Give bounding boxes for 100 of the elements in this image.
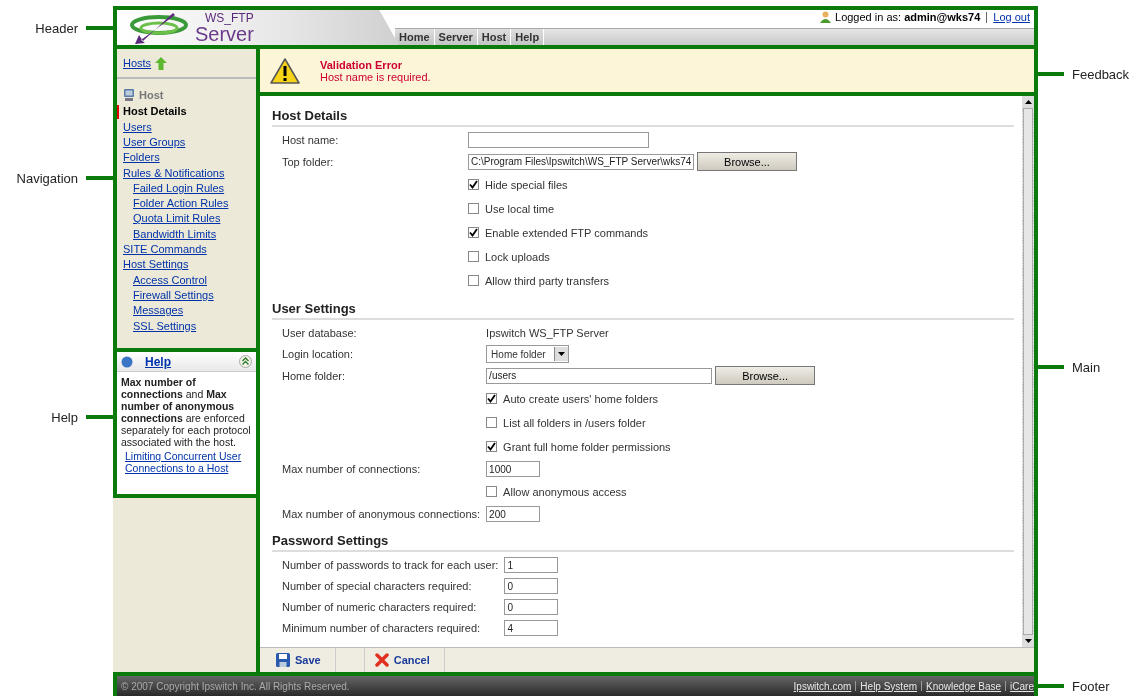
footer-link[interactable]: iCare — [1010, 680, 1034, 692]
checkbox[interactable] — [468, 275, 479, 287]
text-field[interactable] — [468, 132, 649, 149]
nav-link[interactable]: Quota Limit Rules — [133, 212, 221, 226]
nav-link[interactable]: User Groups — [123, 135, 186, 150]
nav-link[interactable]: Folder Action Rules — [133, 197, 229, 211]
caret-icon — [557, 352, 565, 357]
text-field[interactable]: 1 — [504, 557, 559, 574]
field-label: Max number of anonymous connections: — [282, 508, 481, 521]
field-label: Number of numeric characters required: — [282, 601, 478, 614]
checkbox[interactable] — [486, 417, 498, 429]
logo-text: WS_FTP — [205, 11, 254, 24]
checkbox-label: Lock uploads — [485, 250, 550, 263]
nav-link[interactable]: Host Details — [117, 105, 187, 119]
checkbox[interactable] — [486, 441, 498, 453]
up-arrow-icon — [155, 56, 168, 70]
hosts-link[interactable]: Hosts — [123, 57, 152, 70]
check-icon — [487, 394, 497, 404]
nav-link[interactable]: Failed Login Rules — [133, 181, 225, 196]
checkbox-label: Enable extended FTP commands — [485, 226, 649, 239]
computer-icon — [123, 89, 135, 102]
help-icon — [121, 355, 133, 368]
footer-link[interactable]: Knowledge Base — [926, 680, 1002, 692]
checkbox-label: Hide special files — [485, 178, 568, 191]
logout-link[interactable]: Log out — [993, 11, 1030, 23]
browse-button[interactable]: Browse... — [715, 366, 816, 386]
nav-link[interactable]: Rules & Notifications — [123, 166, 225, 180]
text-field[interactable]: 1000 — [486, 461, 541, 478]
collapse-icon — [239, 355, 252, 369]
checkbox-label: Allow third party transfers — [485, 274, 610, 287]
dropdown[interactable]: Home folder — [486, 345, 569, 364]
callout-label: Feedback — [1072, 66, 1130, 82]
checkbox-label: List all folders in /users folder — [503, 416, 646, 429]
checkbox-label: Grant full home folder permissions — [503, 440, 671, 453]
checkbox-label: Allow anonymous access — [503, 485, 627, 498]
nav-link[interactable]: Host Settings — [123, 258, 189, 272]
callout-label: Header — [35, 20, 78, 36]
section-heading: Host Details — [272, 108, 1014, 128]
check-icon — [487, 442, 497, 452]
footer-link[interactable]: Ipswitch.com — [793, 680, 852, 692]
scrollbar[interactable] — [1022, 96, 1034, 648]
scroll-down-icon — [1024, 639, 1032, 644]
nav-link[interactable]: Users — [123, 120, 152, 134]
checkbox-label: Use local time — [485, 202, 555, 215]
footer-link[interactable]: Help System — [860, 680, 918, 692]
field-label: Top folder: — [282, 155, 335, 168]
check-icon — [469, 180, 478, 190]
menu-item[interactable]: Host — [477, 29, 512, 46]
help-topic-link[interactable]: Limiting Concurrent User Connections to a Host — [125, 450, 252, 475]
section-title: Host — [139, 89, 164, 102]
checkbox[interactable] — [468, 251, 479, 263]
callout-label: Footer — [1072, 678, 1110, 694]
dropdown-value: Home folder — [491, 348, 546, 360]
logo-swirl-icon — [129, 10, 191, 45]
scroll-up-icon — [1024, 100, 1032, 105]
copyright-text: © 2007 Copyright Ipswitch Inc. All Rights Reserved. — [121, 680, 350, 692]
nav-link[interactable]: Firewall Settings — [133, 288, 214, 303]
section-heading: Password Settings — [272, 533, 1014, 553]
nav-link[interactable]: Folders — [123, 151, 160, 165]
field-label: Number of passwords to track for each user: — [282, 559, 499, 572]
nav-link[interactable]: Bandwidth Limits — [133, 227, 217, 242]
checkbox[interactable] — [468, 203, 479, 215]
callout-label: Main — [1072, 359, 1101, 375]
cancel-icon — [374, 653, 389, 668]
text-field[interactable]: 4 — [504, 620, 559, 637]
error-message: Host name is required. — [320, 70, 431, 83]
help-text: Max number of connections and Max number of anonymous connections are enforced separately for each protocol associated with the host. — [121, 376, 252, 449]
save-icon — [276, 653, 290, 668]
text-field[interactable]: 0 — [504, 578, 559, 595]
checkbox[interactable] — [486, 486, 498, 498]
warning-icon — [270, 57, 300, 84]
browse-button[interactable]: Browse... — [697, 152, 797, 172]
field-label: Host name: — [282, 134, 340, 147]
text-field[interactable]: 0 — [504, 599, 559, 616]
field-value: Ipswitch WS_FTP Server — [486, 327, 609, 340]
callout-label: Help — [51, 409, 78, 425]
callout-label: Navigation — [16, 170, 78, 186]
nav-link[interactable]: Access Control — [133, 273, 207, 287]
login-status: Logged in as: admin@wks74 — [835, 11, 981, 23]
field-label: Max number of connections: — [282, 463, 422, 476]
nav-link[interactable]: SITE Commands — [123, 243, 207, 257]
text-field[interactable]: 200 — [486, 506, 541, 523]
menu-item[interactable]: Help — [511, 29, 545, 46]
field-label: Home folder: — [282, 369, 346, 382]
text-field[interactable]: C:\Program Files\Ipswitch\WS_FTP Server\wks74 — [468, 153, 694, 170]
section-heading: User Settings — [272, 301, 1014, 321]
check-icon — [469, 228, 478, 238]
error-title: Validation Error — [320, 58, 403, 71]
field-label: Number of special characters required: — [282, 580, 473, 593]
nav-link[interactable]: SSL Settings — [133, 319, 197, 333]
checkbox[interactable] — [468, 227, 479, 239]
field-label: Login location: — [282, 348, 354, 361]
menu-item[interactable]: Server — [434, 29, 478, 46]
menu-item[interactable]: Home — [395, 29, 435, 46]
nav-link[interactable]: Messages — [133, 304, 184, 318]
field-label: Minimum number of characters required: — [282, 622, 482, 635]
user-icon — [820, 11, 831, 23]
checkbox[interactable] — [486, 393, 498, 405]
checkbox[interactable] — [468, 179, 479, 191]
text-field[interactable]: /users — [486, 367, 713, 384]
